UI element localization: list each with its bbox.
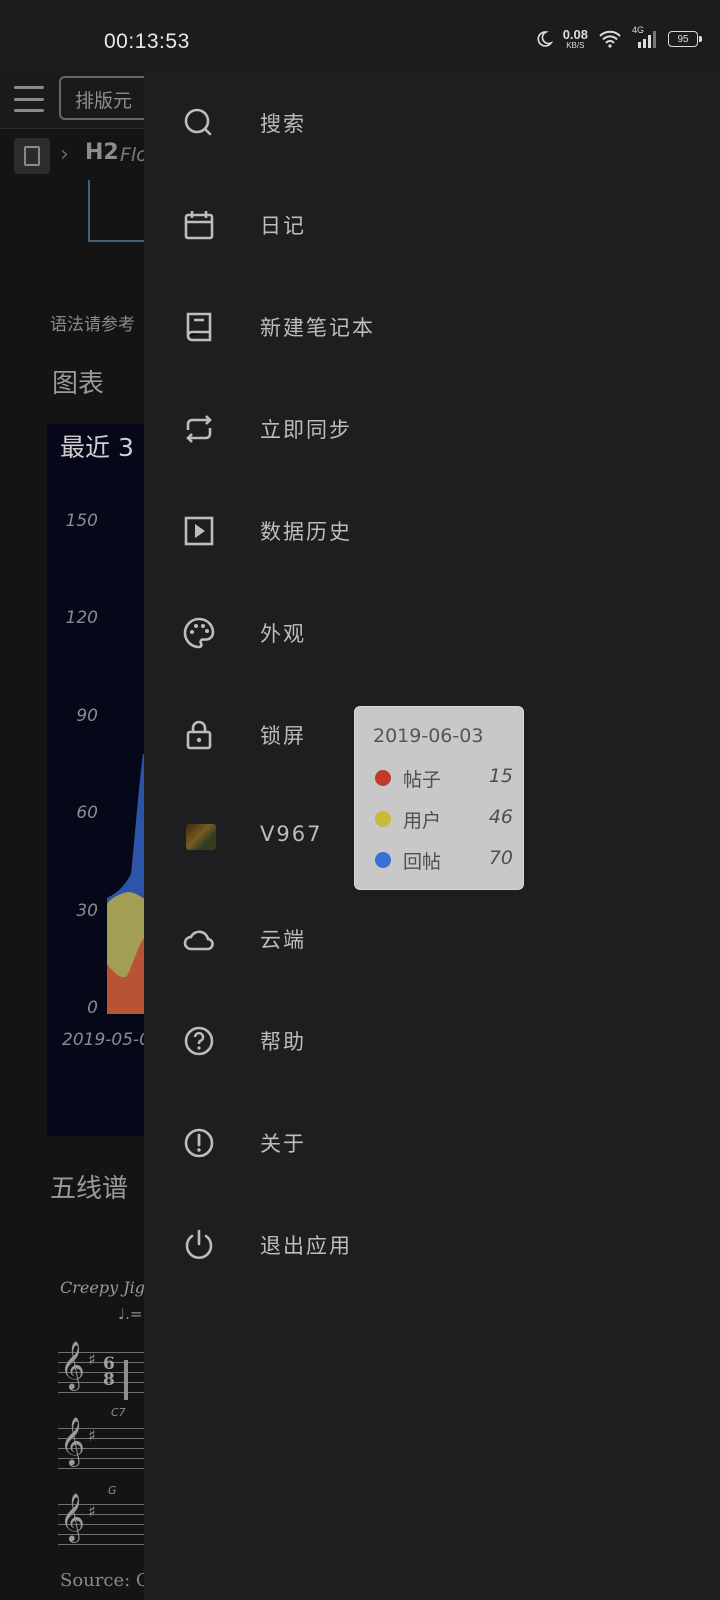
toolbar-input-text: 排版元	[75, 90, 133, 112]
drawer-item-help[interactable]: 帮助	[144, 996, 720, 1086]
chart-tooltip: 2019-06-03 帖子 15 用户 46 回帖 70	[354, 706, 524, 890]
drawer-item-label: 云端	[260, 928, 306, 952]
document-icon[interactable]	[14, 138, 50, 174]
battery-level: 95	[677, 33, 689, 45]
info-icon	[184, 1128, 214, 1158]
repeat-bar	[124, 1360, 128, 1400]
sharp-icon: ♯	[88, 1426, 96, 1445]
heading-staff: 五线谱	[50, 1174, 129, 1204]
menu-icon[interactable]	[14, 86, 44, 112]
play-box-icon	[184, 516, 214, 546]
drawer-item-label: 搜索	[260, 112, 306, 136]
series-color-dot	[375, 770, 391, 786]
lock-icon	[186, 720, 212, 750]
drawer-item-cloud[interactable]: 云端	[144, 894, 720, 984]
sync-icon	[186, 415, 212, 443]
drawer-item-label: 帮助	[260, 1030, 306, 1054]
chord-label: G	[108, 1484, 117, 1497]
drawer-item-about[interactable]: 关于	[144, 1098, 720, 1188]
drawer-item-label: 日记	[260, 214, 306, 238]
network-speed: 0.08 KB/S	[563, 28, 588, 50]
drawer-item-appearance[interactable]: 外观	[144, 588, 720, 678]
tooltip-row: 用户 46	[373, 804, 513, 834]
tooltip-series-value: 70	[488, 847, 513, 869]
tooltip-series-name: 用户	[403, 810, 442, 832]
y-tick-label: 60	[76, 803, 98, 824]
tempo-mark: ♩.=	[118, 1305, 143, 1323]
score-title: Creepy Jig	[60, 1278, 145, 1297]
calendar-icon	[184, 211, 214, 240]
tooltip-series-value: 46	[488, 806, 513, 828]
y-tick-label: 30	[76, 900, 98, 921]
drawer-item-label: 退出应用	[260, 1234, 352, 1258]
chart-title: 最近 3	[60, 433, 134, 462]
tooltip-series-name: 帖子	[403, 769, 442, 791]
network-speed-value: 0.08	[562, 27, 588, 42]
clock: 00:13:53	[104, 30, 190, 53]
palette-icon	[183, 617, 215, 649]
search-icon	[184, 108, 212, 136]
treble-clef-icon: 𝄞	[60, 1340, 85, 1389]
sharp-icon: ♯	[88, 1502, 96, 1521]
drawer-item-search[interactable]: 搜索	[144, 78, 720, 168]
tooltip-series-value: 15	[488, 765, 513, 787]
breadcrumb-heading-level: H2	[85, 140, 119, 165]
treble-clef-icon: 𝄞	[60, 1416, 85, 1465]
syntax-reference-text: 语法请参考	[50, 315, 135, 335]
power-icon	[185, 1229, 213, 1259]
drawer-item-label: 新建笔记本	[260, 316, 375, 340]
y-tick-label: 90	[76, 705, 98, 726]
drawer-item-label: 关于	[260, 1132, 306, 1156]
tooltip-series-name: 回帖	[403, 851, 442, 873]
drawer-item-diary[interactable]: 日记	[144, 180, 720, 270]
y-tick-label: 120	[65, 608, 98, 629]
drawer-item-label: 数据历史	[260, 520, 352, 544]
heading-chart: 图表	[52, 369, 105, 399]
time-signature: 68	[103, 1355, 115, 1391]
tooltip-row: 回帖 70	[373, 845, 513, 875]
drawer-item-data-history[interactable]: 数据历史	[144, 486, 720, 576]
drawer-item-exit-app[interactable]: 退出应用	[144, 1200, 720, 1290]
help-icon	[184, 1026, 214, 1056]
drawer-item-label: 外观	[260, 622, 306, 646]
sharp-icon: ♯	[88, 1350, 96, 1369]
status-icons: 0.08 KB/S 4G 95	[535, 25, 702, 50]
wifi-icon	[599, 30, 621, 48]
moon-icon	[537, 31, 553, 47]
y-tick-label: 150	[65, 511, 98, 531]
cloud-icon	[183, 930, 214, 951]
drawer-item-label: V967	[260, 822, 323, 846]
chord-label: C7	[111, 1406, 126, 1419]
network-speed-unit: KB/S	[566, 41, 585, 50]
battery-icon: 95	[668, 31, 702, 47]
series-color-dot	[375, 811, 391, 827]
tooltip-date: 2019-06-03	[373, 725, 484, 747]
avatar	[186, 824, 216, 850]
time-signature-bottom: 8	[103, 1370, 115, 1391]
cellular-signal-icon: 4G	[632, 25, 658, 49]
x-axis-first-label: 2019-05-0	[62, 1030, 150, 1050]
notebook-icon	[186, 312, 212, 342]
tooltip-row: 帖子 15	[373, 763, 513, 793]
series-color-dot	[375, 852, 391, 868]
drawer-item-sync-now[interactable]: 立即同步	[144, 384, 720, 474]
drawer-item-new-notebook[interactable]: 新建笔记本	[144, 282, 720, 372]
drawer-item-label: 锁屏	[260, 724, 306, 748]
treble-clef-icon: 𝄞	[60, 1492, 85, 1541]
drawer-item-label: 立即同步	[260, 418, 352, 442]
chevron-right-icon: ›	[60, 142, 69, 167]
y-tick-label: 0	[87, 998, 98, 1018]
